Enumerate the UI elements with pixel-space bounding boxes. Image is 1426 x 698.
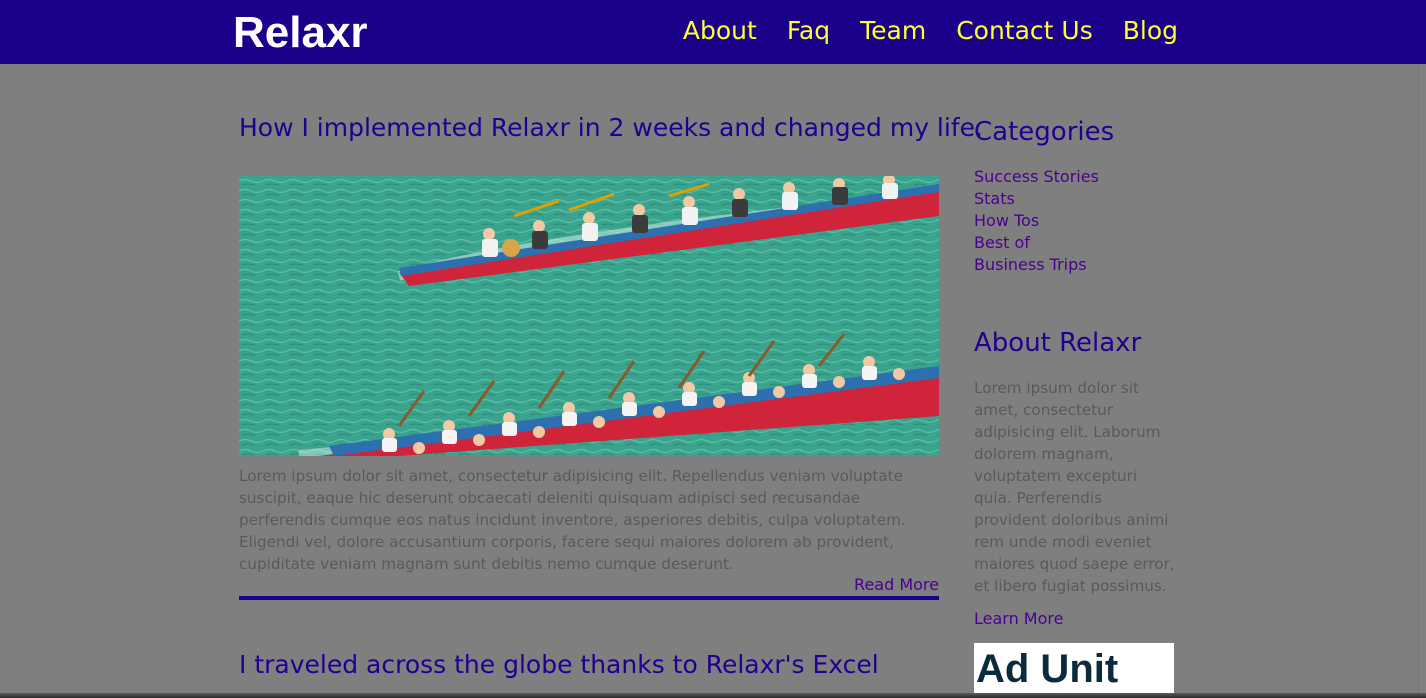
- nav-link-about[interactable]: About: [683, 16, 757, 45]
- category-link-how-tos[interactable]: How Tos: [974, 211, 1039, 230]
- bottom-edge: [0, 693, 1426, 698]
- category-item: Stats: [974, 188, 1099, 210]
- post-image: [239, 176, 939, 456]
- nav-link-faq[interactable]: Faq: [787, 16, 830, 45]
- category-link-best-of[interactable]: Best of: [974, 233, 1030, 252]
- nav-links: About Faq Team Contact Us Blog: [683, 16, 1178, 45]
- categories-list: Success Stories Stats How Tos Best of Bu…: [974, 166, 1099, 276]
- post-divider: [239, 596, 939, 600]
- category-link-success-stories[interactable]: Success Stories: [974, 167, 1099, 186]
- top-navbar: Relaxr About Faq Team Contact Us Blog: [0, 0, 1426, 64]
- category-link-stats[interactable]: Stats: [974, 189, 1015, 208]
- ad-unit-label: Ad Unit: [976, 647, 1119, 691]
- site-logo[interactable]: Relaxr: [233, 8, 368, 58]
- nav-link-blog[interactable]: Blog: [1123, 16, 1178, 45]
- category-item: How Tos: [974, 210, 1099, 232]
- dragon-boat-illustration: [239, 176, 939, 456]
- nav-link-contact-us[interactable]: Contact Us: [956, 16, 1093, 45]
- categories-heading: Categories: [974, 117, 1115, 147]
- post-title-2[interactable]: I traveled across the globe thanks to Re…: [239, 649, 939, 681]
- ad-unit[interactable]: Ad Unit: [974, 643, 1174, 698]
- nav-link-team[interactable]: Team: [860, 16, 926, 45]
- category-item: Best of: [974, 232, 1099, 254]
- scrollbar[interactable]: [1418, 64, 1426, 698]
- category-item: Business Trips: [974, 254, 1099, 276]
- learn-more-link[interactable]: Learn More: [974, 609, 1063, 628]
- post-excerpt: Lorem ipsum dolor sit amet, consectetur …: [239, 467, 906, 573]
- post-title[interactable]: How I implemented Relaxr in 2 weeks and …: [239, 113, 983, 142]
- about-text: Lorem ipsum dolor sit amet, consectetur …: [974, 379, 1175, 595]
- read-more-link[interactable]: Read More: [854, 575, 939, 594]
- category-link-business-trips[interactable]: Business Trips: [974, 255, 1087, 274]
- about-heading: About Relaxr: [974, 328, 1142, 358]
- category-item: Success Stories: [974, 166, 1099, 188]
